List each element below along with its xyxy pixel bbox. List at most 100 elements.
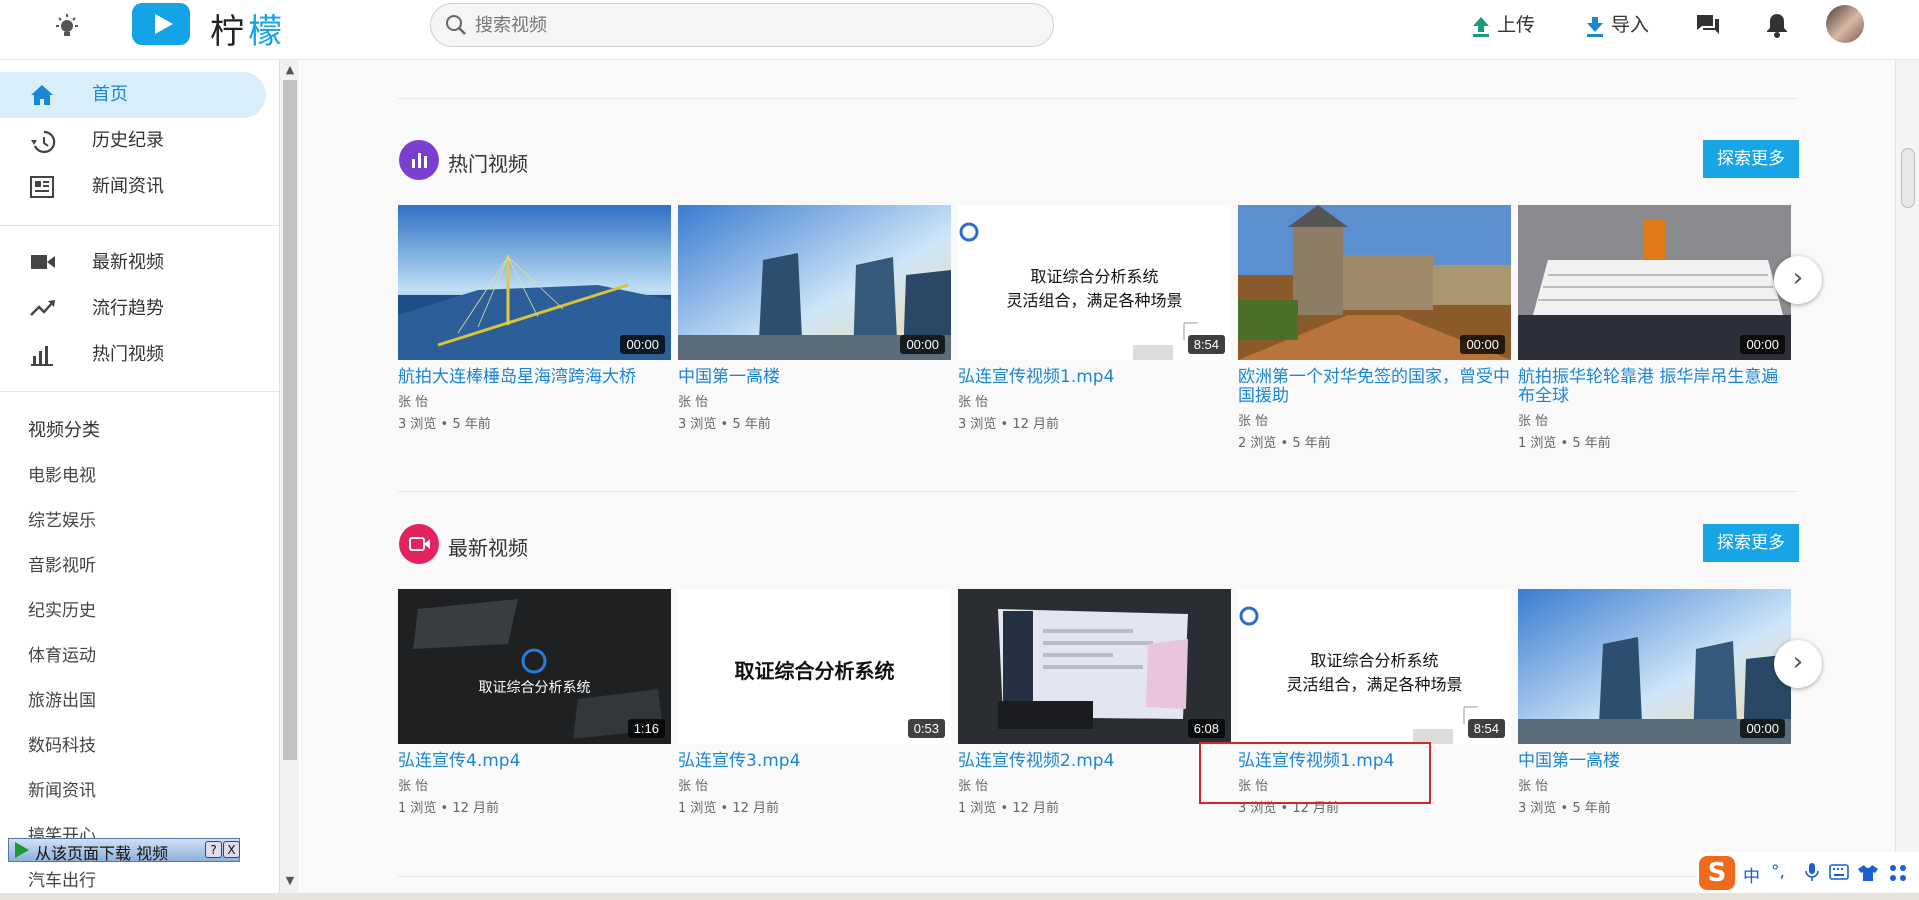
microphone-icon[interactable] [1805,862,1819,882]
video-thumbnail[interactable]: 00:00 [678,205,951,360]
section-divider [398,876,1798,877]
video-meta: 1 浏览 • 5 年前 [1518,436,1611,451]
video-title-link[interactable]: 中国第一高楼 [1518,752,1791,771]
video-card[interactable]: 取证综合分析系统 1:16 弘连宣传4.mp4 张 怡 1 浏览 • 12 月前 [398,589,671,816]
logo-play-icon[interactable] [132,3,190,45]
duration-badge: 00:00 [1740,719,1785,738]
search-input[interactable] [475,12,1035,38]
scroll-down-arrow-icon[interactable]: ▼ [284,875,296,887]
video-author[interactable]: 张 怡 [678,775,951,794]
category-item[interactable]: 旅游出国 [28,686,96,711]
video-author[interactable]: 张 怡 [958,775,1231,794]
video-title-link[interactable]: 弘连宣传3.mp4 [678,752,951,771]
video-author[interactable]: 张 怡 [398,775,671,794]
video-thumbnail[interactable]: 00:00 [398,205,671,360]
slide-line-1: 取证综合分析系统 [1030,267,1159,286]
category-item[interactable]: 数码科技 [28,731,96,756]
sidebar-scroll-thumb[interactable] [283,80,297,760]
video-thumbnail[interactable]: 取证综合分析系统 0:53 [678,589,951,744]
explore-more-button[interactable]: 探索更多 [1703,140,1799,178]
page-scrollbar[interactable] [1895,60,1919,900]
video-thumbnail[interactable]: 00:00 [1238,205,1511,360]
category-item[interactable]: 电影电视 [28,461,96,486]
search-box[interactable] [430,3,1054,47]
scroll-up-arrow-icon[interactable]: ▲ [284,64,296,76]
category-item[interactable]: 汽车出行 [28,866,96,891]
sidebar-item-home[interactable]: 首页 [0,72,266,118]
video-title-link[interactable]: 弘连宣传4.mp4 [398,752,671,771]
carousel-next-button[interactable]: › [1774,256,1822,304]
video-card[interactable]: 取证综合分析系统 0:53 弘连宣传3.mp4 张 怡 1 浏览 • 12 月前 [678,589,951,816]
sidebar-item-news[interactable]: 新闻资讯 [0,164,266,210]
upload-button[interactable]: 上传 [1471,10,1535,40]
sidebar-item-history[interactable]: 历史纪录 [0,118,266,164]
play-icon [15,842,29,858]
sidebar: 首页 历史纪录 新闻资讯 最新视频 流行趋势 热门视频 视频分类 电影电视 综艺… [0,60,279,900]
help-button[interactable]: ? [205,841,222,858]
category-item[interactable]: 音影视听 [28,551,96,576]
video-card[interactable]: 00:00 航拍振华轮轮靠港 振华岸吊生意遍布全球 张 怡 1 浏览 • 5 年… [1518,205,1791,451]
sogou-logo-icon[interactable]: S [1699,856,1735,890]
video-title-link[interactable]: 航拍振华轮轮靠港 振华岸吊生意遍布全球 [1518,368,1791,406]
category-item[interactable]: 新闻资讯 [28,776,96,801]
upload-icon [1473,16,1489,37]
skin-shirt-icon[interactable] [1857,864,1879,882]
video-title-link[interactable]: 弘连宣传视频2.mp4 [958,752,1231,771]
import-button[interactable]: 导入 [1585,10,1649,40]
sidebar-item-trending[interactable]: 流行趋势 [0,286,266,332]
chat-icon[interactable] [1695,12,1721,38]
user-avatar[interactable] [1826,5,1864,43]
keyboard-icon[interactable] [1829,864,1849,880]
bar-chart-icon [31,346,53,366]
video-title-link[interactable]: 欧洲第一个对华免签的国家，曾受中国援助 [1238,368,1511,406]
search-icon[interactable] [445,14,467,36]
video-title-link[interactable]: 航拍大连棒棰岛星海湾跨海大桥 [398,368,671,387]
carousel-next-button[interactable]: › [1774,640,1822,688]
ime-language[interactable]: 中 [1743,862,1760,887]
video-thumbnail[interactable]: 取证综合分析系统 1:16 [398,589,671,744]
ime-punctuation[interactable]: °, [1771,862,1785,882]
sidebar-item-latest-videos[interactable]: 最新视频 [0,240,266,286]
section-title: 热门视频 [448,152,528,176]
video-card[interactable]: 取证综合分析系统 灵活组合，满足各种场景 8:54 弘连宣传视频1.mp4 张 … [958,205,1231,432]
page-scroll-thumb[interactable] [1901,148,1915,208]
sidebar-divider [0,225,279,226]
close-button[interactable]: X [223,841,240,858]
video-author[interactable]: 张 怡 [1518,410,1791,429]
explore-more-button[interactable]: 探索更多 [1703,524,1799,562]
section-latest-icon [399,524,439,564]
video-author[interactable]: 张 怡 [1518,775,1791,794]
video-card[interactable]: 6:08 弘连宣传视频2.mp4 张 怡 1 浏览 • 12 月前 [958,589,1231,816]
toolbox-grid-icon[interactable] [1889,864,1907,882]
top-header: 柠檬 上传 导入 [0,0,1919,60]
video-author[interactable]: 张 怡 [958,391,1231,410]
video-author[interactable]: 张 怡 [678,391,951,410]
video-thumbnail[interactable]: 00:00 [1518,205,1791,360]
ime-toolbar[interactable]: S 中 °, [1697,852,1919,892]
bell-icon[interactable] [1765,12,1789,38]
video-author[interactable]: 张 怡 [1238,410,1511,429]
lightbulb-icon[interactable] [52,12,82,42]
video-title-link[interactable]: 弘连宣传视频1.mp4 [958,368,1231,387]
video-card[interactable]: 00:00 中国第一高楼 张 怡 3 浏览 • 5 年前 [678,205,951,432]
category-item[interactable]: 纪实历史 [28,596,96,621]
video-card[interactable]: 00:00 航拍大连棒棰岛星海湾跨海大桥 张 怡 3 浏览 • 5 年前 [398,205,671,432]
category-item[interactable]: 综艺娱乐 [28,506,96,531]
video-thumbnail[interactable]: 取证综合分析系统 灵活组合，满足各种场景 8:54 [1238,589,1511,744]
download-video-bar[interactable]: 从该页面下载 视频 ? X [8,838,240,863]
video-camera-icon [31,255,55,269]
video-meta: 1 浏览 • 12 月前 [678,801,780,816]
video-thumbnail[interactable]: 00:00 [1518,589,1791,744]
video-card[interactable]: 00:00 中国第一高楼 张 怡 3 浏览 • 5 年前 [1518,589,1791,816]
category-item[interactable]: 体育运动 [28,641,96,666]
video-thumbnail[interactable]: 6:08 [958,589,1231,744]
video-author[interactable]: 张 怡 [398,391,671,410]
sidebar-scrollbar[interactable]: ▲ ▼ [279,60,299,900]
news-icon [30,176,54,198]
video-thumbnail[interactable]: 取证综合分析系统 灵活组合，满足各种场景 8:54 [958,205,1231,360]
video-card[interactable]: 00:00 欧洲第一个对华免签的国家，曾受中国援助 张 怡 2 浏览 • 5 年… [1238,205,1511,451]
section-divider [398,491,1798,492]
sidebar-item-hot-videos[interactable]: 热门视频 [0,332,266,378]
video-title-link[interactable]: 中国第一高楼 [678,368,951,387]
logo-text[interactable]: 柠檬 [210,4,286,53]
